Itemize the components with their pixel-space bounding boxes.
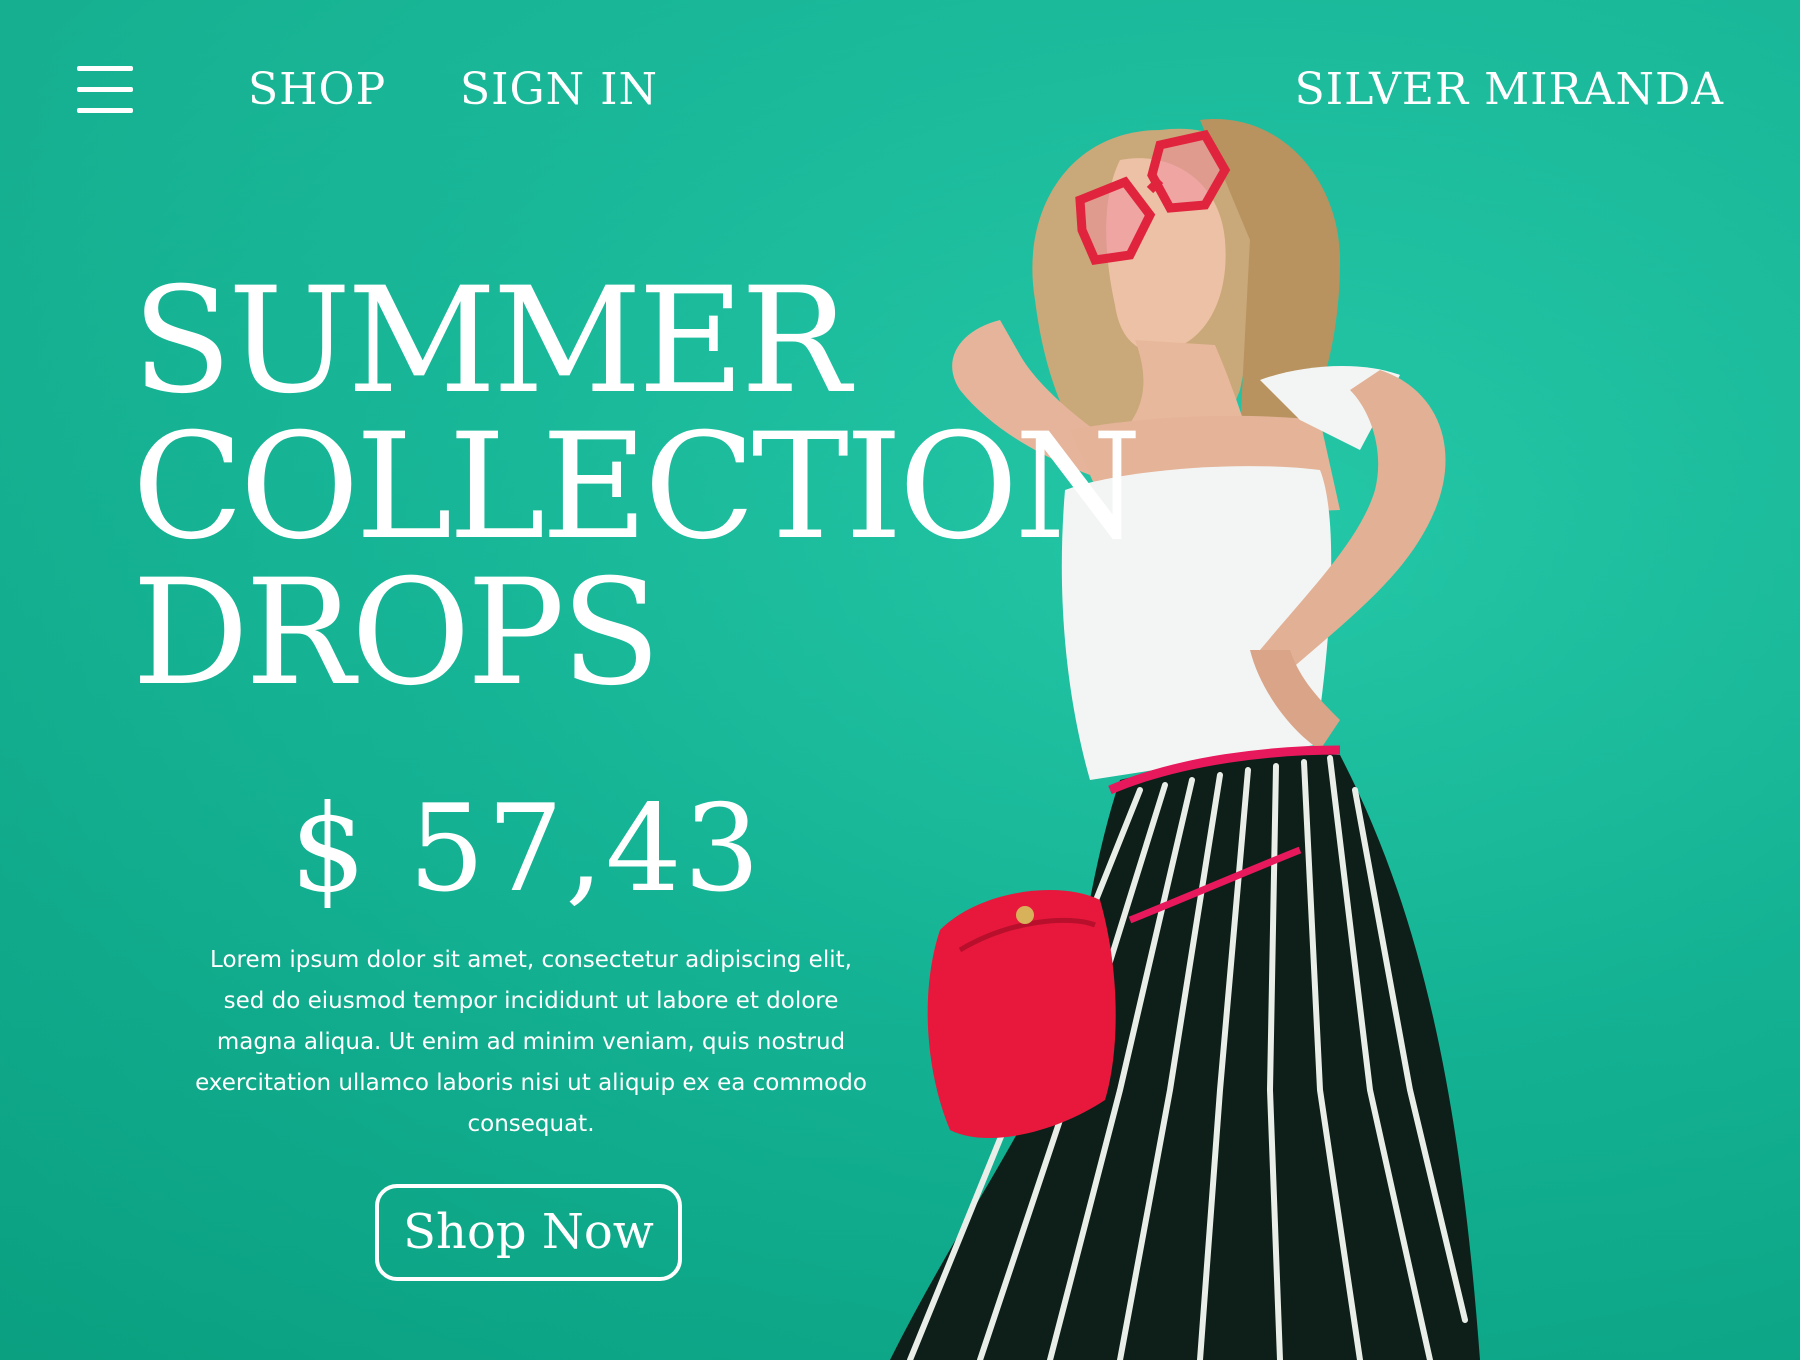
nav-link-sign-in[interactable]: SIGN IN [460,62,658,118]
headline-line-1: SUMMER [132,256,851,426]
hero-description: Lorem ipsum dolor sit amet, consectetur … [195,947,867,1137]
hero-headline: SUMMER COLLECTION DROPS [132,256,1142,718]
headline-line-2: COLLECTION [132,402,1142,572]
shop-now-button[interactable]: Shop Now [375,1184,682,1281]
hamburger-menu-icon[interactable] [77,66,133,114]
price-label: $ 57,43 [290,780,763,919]
headline-line-3: DROPS [132,548,661,718]
nav-link-shop[interactable]: SHOP [248,62,386,118]
